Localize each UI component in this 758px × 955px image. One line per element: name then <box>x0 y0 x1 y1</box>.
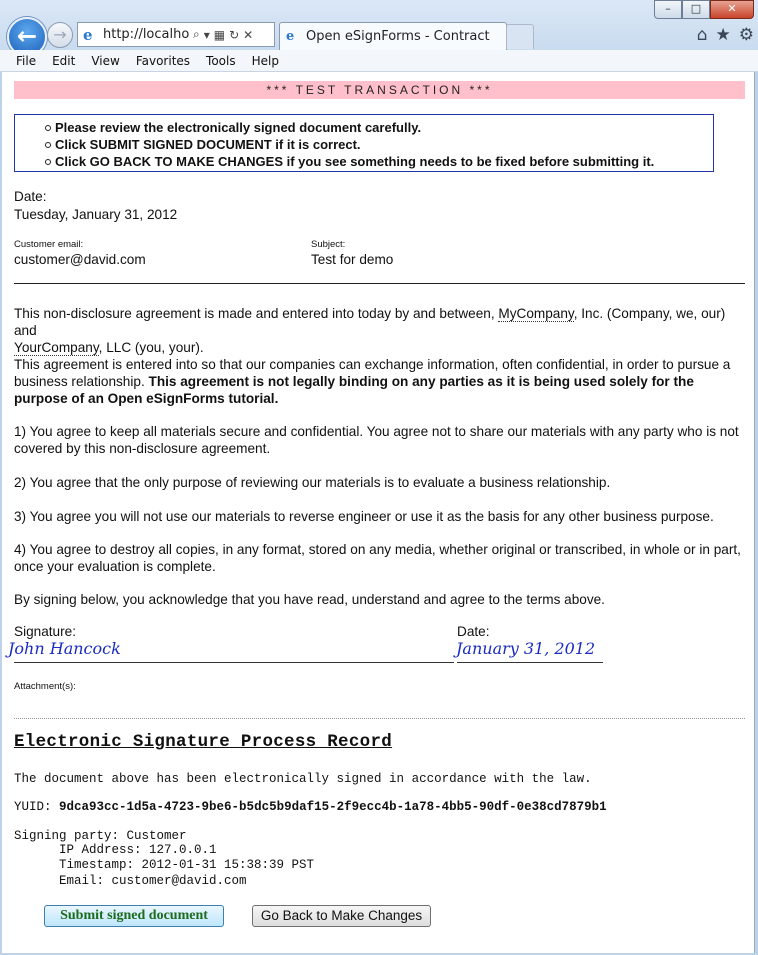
browser-tab[interactable]: e Open eSignForms - Contract <box>279 22 507 50</box>
window-controls: – □ ✕ <box>654 0 754 19</box>
home-icon[interactable]: ⌂ <box>697 25 708 45</box>
customer-email-value: customer@david.com <box>14 252 146 267</box>
close-window-button[interactable]: ✕ <box>710 0 754 19</box>
company-name: MyCompany <box>498 306 574 322</box>
divider <box>14 283 745 284</box>
yuid-label: YUID: <box>14 800 52 814</box>
signature-date-label: Date: <box>457 624 490 639</box>
email-value: customer@david.com <box>111 874 247 888</box>
review-instructions: Please review the electronically signed … <box>14 114 714 172</box>
tab-title: Open eSignForms - Contract <box>306 29 490 44</box>
attachments-label: Attachment(s): <box>14 681 76 692</box>
clause-2: 2) You agree that the only purpose of re… <box>14 475 611 490</box>
yuid-row: YUID: 9dca93cc-1d5a-4723-9be6-b5dc5b9daf… <box>14 800 607 814</box>
tools-gear-icon[interactable]: ⚙ <box>739 25 754 45</box>
process-record-statement: The document above has been electronical… <box>14 772 592 786</box>
refresh-icon[interactable]: ↻ <box>229 28 239 42</box>
ip-address-row: IP Address: 127.0.0.1 <box>59 843 217 857</box>
process-record-title: Electronic Signature Process Record <box>14 732 393 752</box>
signature-date-line <box>457 662 603 663</box>
timestamp-row: Timestamp: 2012-01-31 15:38:39 PST <box>59 858 315 872</box>
search-icon[interactable]: ⌕ <box>193 27 200 42</box>
clause-1: 1) You agree to keep all materials secur… <box>14 424 739 456</box>
menu-view[interactable]: View <box>83 50 127 71</box>
yuid-value: 9dca93cc-1d5a-4723-9be6-b5dc5b9daf15-2f9… <box>59 800 607 814</box>
email-row: Email: customer@david.com <box>59 874 247 888</box>
agreement-purpose: This agreement is entered into so that o… <box>14 357 731 406</box>
menu-file[interactable]: File <box>0 50 44 71</box>
signing-party-row: Signing party: Customer <box>14 829 187 843</box>
signature-line <box>14 662 454 663</box>
back-arrow-icon: ← <box>16 22 38 50</box>
dotted-divider <box>14 718 745 719</box>
acknowledgement: By signing below, you acknowledge that y… <box>14 592 605 607</box>
forward-arrow-icon: → <box>53 25 67 44</box>
stop-icon[interactable]: ✕ <box>243 28 253 42</box>
menu-edit[interactable]: Edit <box>44 50 83 71</box>
subject-value: Test for demo <box>311 252 394 267</box>
instruction-item: Click SUBMIT SIGNED DOCUMENT if it is co… <box>45 136 713 153</box>
timestamp-value: 2012-01-31 15:38:39 PST <box>141 858 315 872</box>
toolbar-icons: ⌂ ★ ⚙ <box>697 25 754 45</box>
other-company-name: YourCompany <box>14 340 99 356</box>
instruction-item: Click GO BACK TO MAKE CHANGES if you see… <box>45 153 713 170</box>
test-transaction-banner: *** TEST TRANSACTION *** <box>14 81 745 99</box>
new-tab-button[interactable] <box>506 24 534 49</box>
minimize-button[interactable]: – <box>654 0 682 19</box>
favorites-star-icon[interactable]: ★ <box>716 25 731 45</box>
dropdown-icon[interactable]: ▾ <box>204 28 210 42</box>
maximize-button[interactable]: □ <box>682 0 710 19</box>
ie-logo-icon: e <box>286 29 295 44</box>
signature-label: Signature: <box>14 624 76 639</box>
address-bar[interactable]: e http://localhost ⌕ ▾ ▦ ↻ ✕ <box>77 22 275 47</box>
instruction-item: Please review the electronically signed … <box>45 119 713 136</box>
signature-date-value: January 31, 2012 <box>456 639 596 658</box>
subject-label: Subject: <box>311 239 346 250</box>
address-url[interactable]: http://localhost <box>103 27 189 42</box>
date-value: Tuesday, January 31, 2012 <box>14 207 178 222</box>
menu-tools[interactable]: Tools <box>198 50 244 71</box>
clause-3: 3) You agree you will not use our materi… <box>14 509 714 524</box>
agreement-intro: This non-disclosure agreement is made an… <box>14 306 726 356</box>
go-back-button[interactable]: Go Back to Make Changes <box>252 905 431 927</box>
signature-value: John Hancock <box>8 639 121 658</box>
menu-help[interactable]: Help <box>244 50 287 71</box>
customer-email-label: Customer email: <box>14 239 84 250</box>
submit-signed-document-button[interactable]: Submit signed document <box>44 905 224 927</box>
menu-bar: File Edit View Favorites Tools Help <box>0 50 758 72</box>
clause-4: 4) You agree to destroy all copies, in a… <box>14 542 741 574</box>
page-content: *** TEST TRANSACTION *** Please review t… <box>2 72 755 953</box>
signing-party-value: Customer <box>126 829 187 843</box>
browser-chrome: – □ ✕ ← → e http://localhost ⌕ ▾ ▦ ↻ ✕ e… <box>0 0 758 57</box>
forward-button[interactable]: → <box>47 22 73 48</box>
date-label: Date: <box>14 189 47 204</box>
ie-logo-icon: e <box>83 25 93 44</box>
compatibility-view-icon[interactable]: ▦ <box>214 28 225 42</box>
menu-favorites[interactable]: Favorites <box>128 50 198 71</box>
ip-address-value: 127.0.0.1 <box>149 843 217 857</box>
